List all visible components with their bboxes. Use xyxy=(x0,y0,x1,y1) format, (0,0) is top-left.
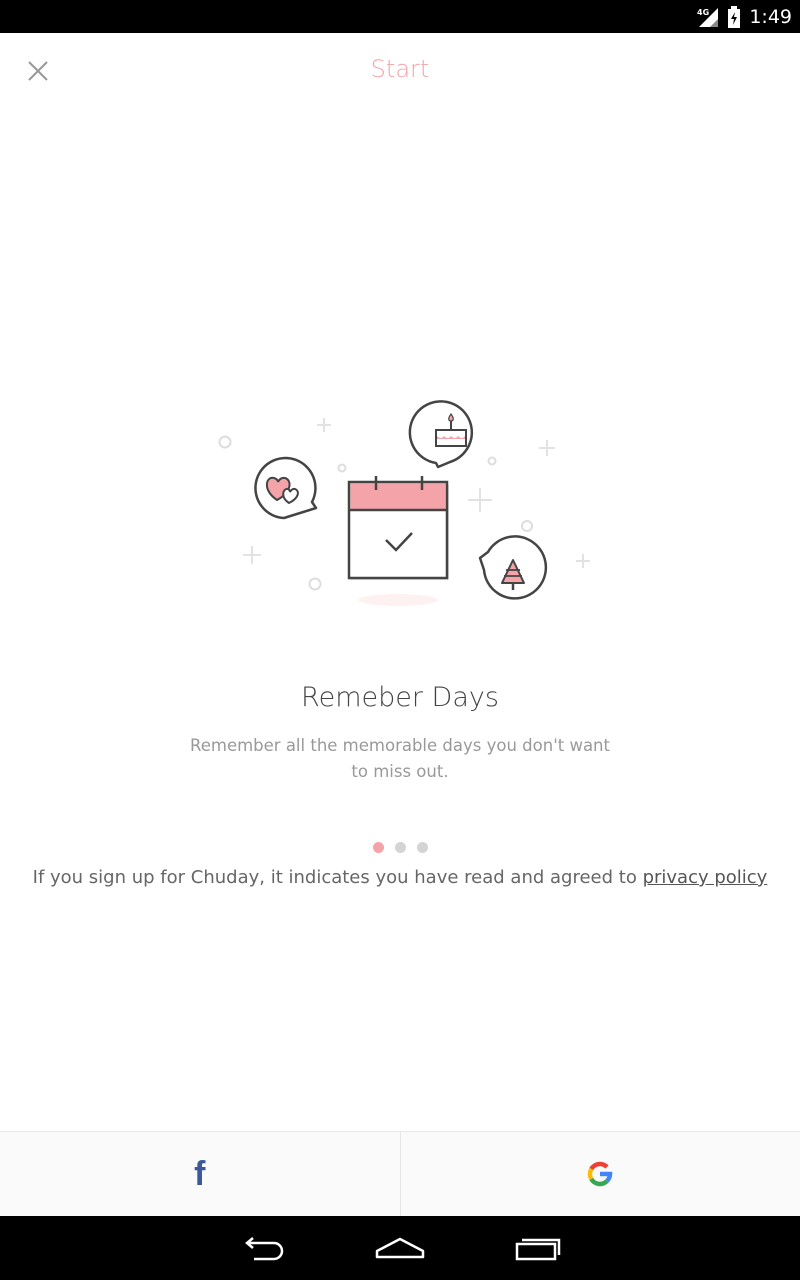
page-dot-2[interactable] xyxy=(394,842,406,853)
privacy-policy-link[interactable]: privacy policy xyxy=(643,867,768,888)
recents-icon xyxy=(515,1238,560,1261)
status-time: 1:49 xyxy=(749,5,792,28)
page-dot-3[interactable] xyxy=(416,842,428,853)
recents-button[interactable] xyxy=(503,1223,573,1273)
battery-charging-icon xyxy=(728,5,741,28)
agreement-label: If you sign up for Chuday, it indicates … xyxy=(32,867,643,888)
back-icon xyxy=(244,1237,283,1261)
home-icon xyxy=(375,1237,425,1259)
back-button[interactable] xyxy=(228,1223,298,1273)
pagination-dots xyxy=(0,842,800,853)
system-nav-bar xyxy=(0,1216,800,1280)
agreement-text: If you sign up for Chuday, it indicates … xyxy=(0,867,800,888)
facebook-icon: f xyxy=(194,1154,206,1193)
home-button[interactable] xyxy=(365,1223,435,1273)
social-login-bar: f xyxy=(0,1131,800,1216)
status-indicators: 4G 1:49 xyxy=(697,0,792,33)
slide-description: Remember all the memorable days you don'… xyxy=(190,736,610,781)
top-bar: Start xyxy=(0,33,800,109)
signal-4g-icon: 4G xyxy=(697,7,719,27)
christmas-tree-bubble-icon xyxy=(478,535,548,600)
facebook-login-button[interactable]: f xyxy=(0,1132,400,1216)
google-login-button[interactable] xyxy=(399,1132,800,1216)
hearts-bubble-icon xyxy=(254,456,318,520)
page-dot-1[interactable] xyxy=(372,842,384,853)
svg-text:4G: 4G xyxy=(697,8,709,17)
onboarding-illustration xyxy=(200,390,600,620)
calendar-check-icon xyxy=(347,476,449,580)
birthday-cake-bubble-icon xyxy=(408,400,474,469)
calendar-illustration-icon xyxy=(218,400,590,606)
google-icon xyxy=(587,1161,613,1187)
slide-title: Remeber Days xyxy=(301,682,499,713)
page-title: Start xyxy=(370,55,430,83)
status-bar: 4G 1:49 xyxy=(0,0,800,33)
